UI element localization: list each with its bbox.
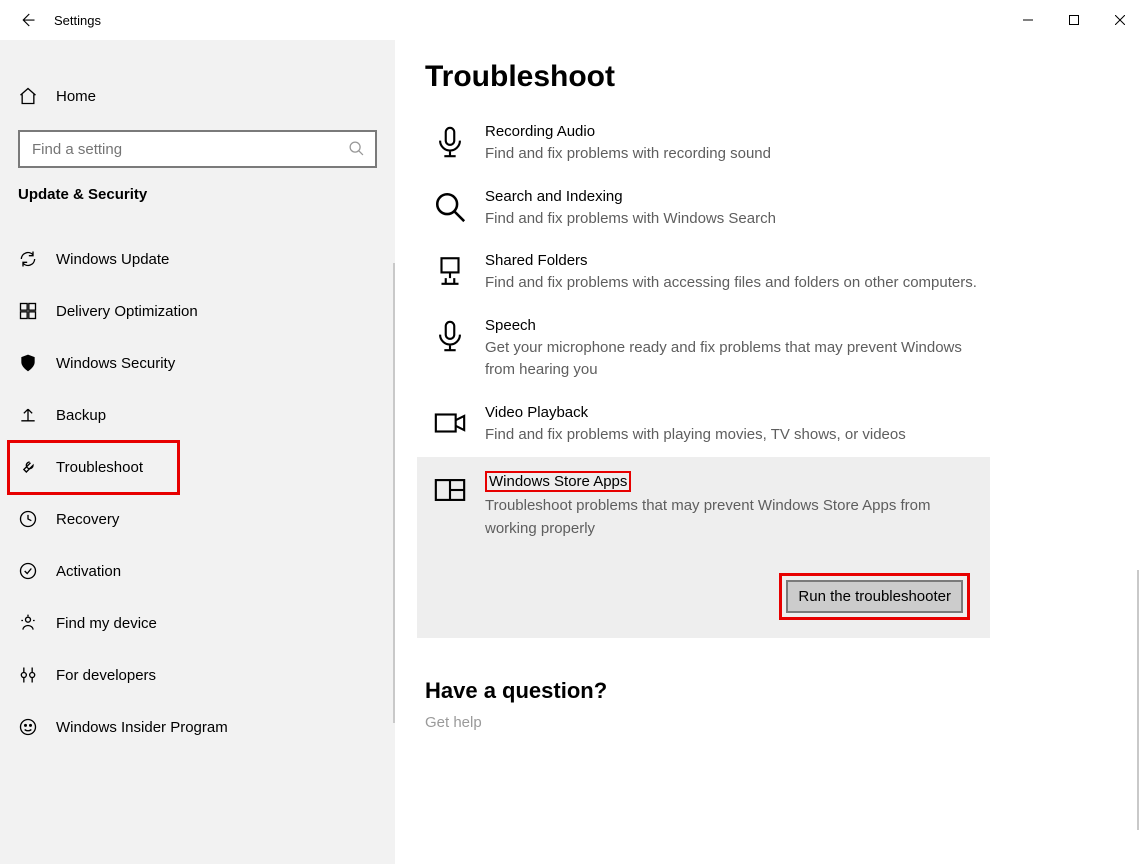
search-input[interactable] [30,140,348,159]
sidebar-item-label: Delivery Optimization [56,303,198,320]
highlight-box: Run the troubleshooter [779,573,970,620]
sidebar-item-windows-security[interactable]: Windows Security [0,337,395,389]
ts-desc: Find and fix problems with recording sou… [485,143,771,166]
sidebar: Home Update & Security Windows Update De… [0,40,395,864]
video-icon [433,406,467,440]
window-title: Settings [54,13,101,28]
ts-desc: Find and fix problems with Windows Searc… [485,208,776,231]
question-heading: Have a question? [425,678,1113,704]
sidebar-item-for-developers[interactable]: For developers [0,649,395,701]
ts-title: Search and Indexing [485,188,776,205]
ts-desc: Get your microphone ready and fix proble… [485,337,985,382]
insider-icon [18,717,38,737]
search-icon [348,140,365,158]
run-troubleshooter-button[interactable]: Run the troubleshooter [786,580,963,613]
ts-item-speech[interactable]: Speech Get your microphone ready and fix… [425,306,1113,393]
sync-icon [18,249,38,269]
page-title: Troubleshoot [425,60,1113,94]
sidebar-section-title: Update & Security [0,186,395,211]
shared-folders-icon [433,254,467,288]
ts-item-shared-folders[interactable]: Shared Folders Find and fix problems wit… [425,241,1113,306]
developers-icon [18,665,38,685]
store-apps-icon [433,473,467,507]
search-input-wrapper[interactable] [18,130,377,168]
sidebar-item-find-my-device[interactable]: Find my device [0,597,395,649]
sidebar-item-activation[interactable]: Activation [0,545,395,597]
sidebar-home[interactable]: Home [0,70,395,122]
sidebar-item-label: Windows Update [56,251,169,268]
ts-item-recording-audio[interactable]: Recording Audio Find and fix problems wi… [425,112,1113,177]
backup-icon [18,405,38,425]
sidebar-item-label: Recovery [56,511,119,528]
sidebar-item-backup[interactable]: Backup [0,389,395,441]
sidebar-item-windows-update[interactable]: Windows Update [0,233,395,285]
back-icon[interactable] [18,11,36,29]
microphone-icon [433,125,467,159]
ts-item-search-indexing[interactable]: Search and Indexing Find and fix problem… [425,177,1113,242]
find-device-icon [18,613,38,633]
recovery-icon [18,509,38,529]
activation-icon [18,561,38,581]
sidebar-item-troubleshoot[interactable]: Troubleshoot [0,441,395,493]
sidebar-item-label: Activation [56,563,121,580]
close-button[interactable] [1097,4,1143,36]
titlebar: Settings [0,0,1143,40]
get-help-link[interactable]: Get help [425,714,1113,731]
sidebar-home-label: Home [56,88,96,105]
sidebar-item-label: Backup [56,407,106,424]
ts-title: Windows Store Apps [489,473,627,490]
highlight-box: Windows Store Apps [485,471,631,492]
shield-icon [18,353,38,373]
sidebar-item-label: Troubleshoot [56,459,143,476]
ts-desc: Find and fix problems with playing movie… [485,424,906,447]
ts-item-selected-container: Windows Store Apps Troubleshoot problems… [417,457,990,638]
sidebar-item-label: Windows Security [56,355,175,372]
sidebar-item-delivery-optimization[interactable]: Delivery Optimization [0,285,395,337]
sidebar-item-insider[interactable]: Windows Insider Program [0,701,395,753]
optimization-icon [18,301,38,321]
main-scrollbar[interactable] [1137,570,1139,830]
microphone-icon [433,319,467,353]
ts-desc: Troubleshoot problems that may prevent W… [485,495,974,540]
ts-item-windows-store-apps[interactable]: Windows Store Apps Troubleshoot problems… [425,471,982,551]
sidebar-item-recovery[interactable]: Recovery [0,493,395,545]
search-large-icon [433,190,467,224]
sidebar-item-label: Find my device [56,615,157,632]
wrench-icon [18,457,38,477]
ts-title: Video Playback [485,404,906,421]
home-icon [18,86,38,106]
main-content: Troubleshoot Recording Audio Find and fi… [395,40,1143,864]
sidebar-item-label: For developers [56,667,156,684]
ts-desc: Find and fix problems with accessing fil… [485,272,977,295]
ts-title: Recording Audio [485,123,771,140]
sidebar-item-label: Windows Insider Program [56,719,228,736]
maximize-button[interactable] [1051,4,1097,36]
ts-title: Shared Folders [485,252,977,269]
ts-title: Speech [485,317,985,334]
minimize-button[interactable] [1005,4,1051,36]
ts-item-video-playback[interactable]: Video Playback Find and fix problems wit… [425,393,1113,458]
